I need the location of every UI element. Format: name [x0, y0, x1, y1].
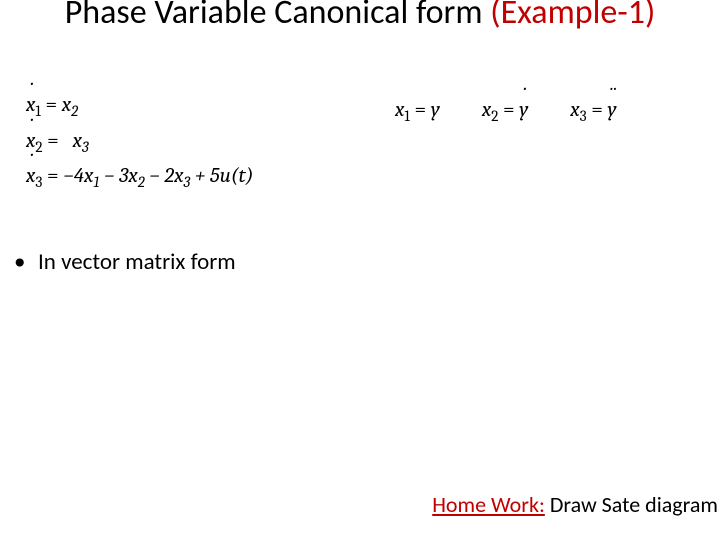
- rhs-3: −4x1 − 3x2 − 2x3 + 5u(t): [63, 164, 253, 188]
- slide-title: Phase Variable Canonical form (Example-1…: [0, 0, 720, 31]
- def-1-rhs: y: [431, 98, 440, 122]
- rhs-1: x2: [62, 93, 78, 117]
- def-1: x1 = y: [395, 98, 440, 122]
- eq-row-2: x2 = x3: [26, 124, 254, 160]
- title-main: Phase Variable Canonical form: [65, 0, 491, 33]
- eq-row-1: x1 = x2: [26, 88, 254, 124]
- equals-2: =: [47, 129, 63, 153]
- def-2: x2 = y: [482, 98, 528, 122]
- def-2-rhs: y: [519, 98, 528, 122]
- xdot3: x: [26, 159, 35, 195]
- def-3-rhs: y: [608, 98, 617, 122]
- equals-3: =: [47, 164, 63, 188]
- bullet-vector-matrix: •In vector matrix form: [14, 248, 236, 276]
- def-3: x3 = y: [570, 98, 616, 122]
- bullet-text: In vector matrix form: [38, 248, 236, 276]
- state-definitions: x1 = y x2 = y x3 = y: [395, 98, 617, 122]
- gap-2: [63, 129, 68, 153]
- bullet-dot-icon: •: [14, 248, 38, 276]
- eq-row-3: x3 = −4x1 − 3x2 − 2x3 + 5u(t): [26, 159, 254, 195]
- homework-label: Home Work:: [432, 491, 545, 518]
- homework-line: Home Work: Draw Sate diagram: [432, 491, 718, 518]
- state-equations: x1 = x2 x2 = x3 x3 = −4x1 − 3x2 − 2x3 + …: [26, 88, 254, 195]
- title-accent: (Example-1): [490, 0, 655, 33]
- homework-text: Draw Sate diagram: [545, 491, 718, 518]
- slide: Phase Variable Canonical form (Example-1…: [0, 0, 720, 540]
- equals-1: =: [45, 93, 61, 117]
- rhs-2: x3: [73, 129, 89, 153]
